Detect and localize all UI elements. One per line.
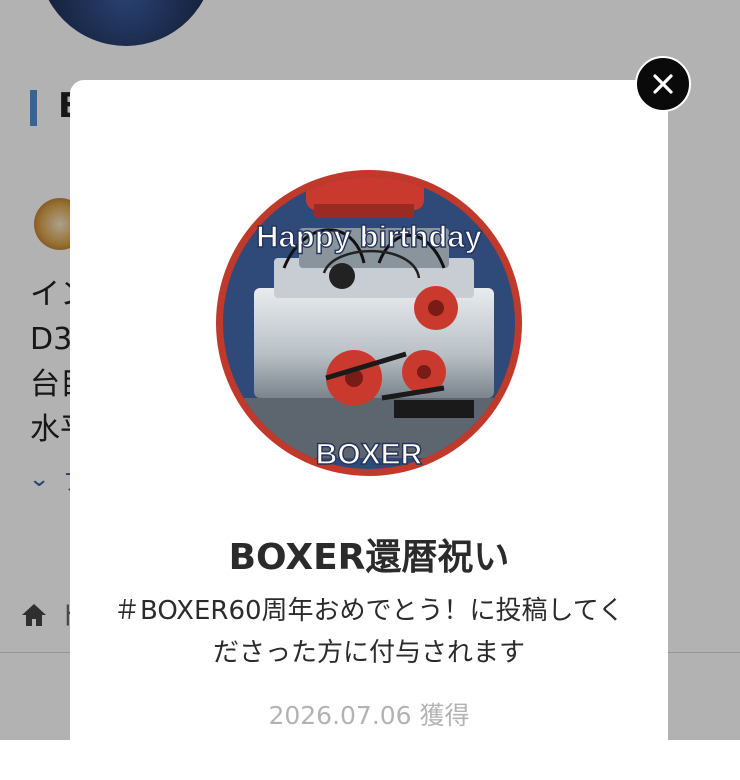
- badge-bottom-text: BOXER: [316, 438, 423, 471]
- badge-description: ＃BOXER60周年おめでとう！に投稿してくださった方に付与されます: [113, 596, 624, 668]
- obtained-date: 2026.07.06 獲得: [268, 701, 470, 730]
- close-icon: [653, 74, 673, 94]
- badge-top-text: Happy birthday: [256, 219, 482, 254]
- badge-title: BOXER還暦祝い: [228, 537, 510, 578]
- close-button[interactable]: [635, 56, 691, 112]
- badge-modal: Happy birthday BOXER BOXER還暦祝い ＃BOXER60周…: [70, 80, 668, 780]
- engine-badge-graphic: Happy birthday BOXER: [216, 170, 522, 476]
- badge-image: Happy birthday BOXER: [214, 168, 524, 478]
